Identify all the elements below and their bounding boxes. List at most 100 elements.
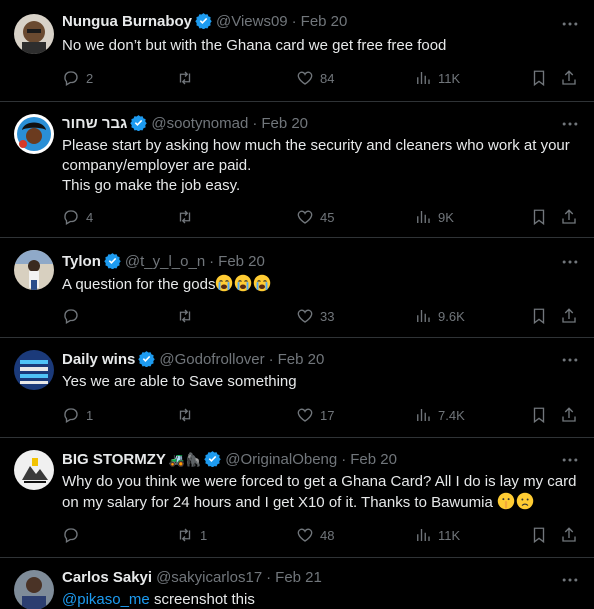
- reply-count: 2: [86, 70, 94, 86]
- author-name[interactable]: Daily wins: [62, 351, 135, 368]
- share-icon: [562, 308, 576, 323]
- crying-emoji-icon: [216, 274, 233, 292]
- share-icon: [562, 407, 576, 422]
- tweet-text: Yes we are able to Save something: [62, 373, 297, 390]
- bookmark-button[interactable]: [530, 525, 548, 545]
- like-button[interactable]: 48: [296, 525, 334, 545]
- share-icon: [562, 209, 576, 224]
- views-icon: [417, 211, 430, 223]
- more-icon[interactable]: [560, 450, 580, 470]
- reply-button[interactable]: [62, 306, 86, 326]
- tweet[interactable]: Nungua Burnaboy @Views09 · Feb 20 No we don…: [0, 0, 594, 102]
- author-handle[interactable]: @t_y_l_o_n: [125, 253, 205, 270]
- retweet-icon: [179, 408, 191, 422]
- tweet-date[interactable]: Feb 20: [350, 451, 397, 468]
- author-handle[interactable]: @Godofrollover: [159, 351, 264, 368]
- author-handle[interactable]: @OriginalObeng: [225, 451, 337, 468]
- share-button[interactable]: [560, 525, 578, 545]
- bookmark-icon: [533, 527, 545, 544]
- tweet-date[interactable]: Feb 20: [278, 351, 325, 368]
- reply-icon: [64, 210, 78, 225]
- tweet-date[interactable]: Feb 20: [261, 115, 308, 132]
- bookmark-button[interactable]: [530, 68, 548, 88]
- more-icon[interactable]: [560, 14, 580, 34]
- share-button[interactable]: [560, 68, 578, 88]
- tweet[interactable]: Tylon @t_y_l_o_n · Feb 20 A question for th…: [0, 238, 594, 338]
- author-name[interactable]: Tylon: [62, 253, 101, 270]
- author-name[interactable]: BIG STORMZY: [62, 451, 166, 468]
- view-count: 9.6K: [438, 308, 465, 324]
- retweet-icon: [179, 309, 191, 323]
- tweet-body: Why do you think we were forced to get a…: [62, 472, 580, 513]
- retweet-button[interactable]: [176, 207, 200, 227]
- tweet-date[interactable]: Feb 20: [218, 253, 265, 270]
- more-icon[interactable]: [560, 252, 580, 272]
- retweet-button[interactable]: 1: [176, 525, 207, 545]
- reply-button[interactable]: 4: [62, 207, 93, 227]
- view-count: 11K: [438, 70, 461, 86]
- views-button[interactable]: 9K: [414, 207, 454, 227]
- views-button[interactable]: 7.4K: [414, 405, 465, 425]
- verified-icon: [138, 351, 156, 367]
- bookmark-icon: [533, 209, 545, 226]
- reply-button[interactable]: 2: [62, 68, 93, 88]
- bookmark-button[interactable]: [530, 405, 548, 425]
- tweet[interactable]: Daily wins @Godofrollover · Feb 20 Yes we a…: [0, 338, 594, 438]
- avatar[interactable]: [14, 114, 54, 154]
- avatar[interactable]: [14, 14, 54, 54]
- views-button[interactable]: 9.6K: [414, 306, 465, 326]
- tweet[interactable]: BIG STORMZY 🚜🦍 @OriginalObeng · Feb 20 Why d…: [0, 438, 594, 558]
- reply-count: 4: [86, 209, 94, 225]
- reply-icon: [64, 528, 78, 543]
- tractor-gorilla-emoji: 🚜🦍: [168, 452, 202, 467]
- author-handle[interactable]: @sootynomad: [151, 115, 248, 132]
- share-button[interactable]: [560, 405, 578, 425]
- more-icon[interactable]: [560, 114, 580, 134]
- bookmark-button[interactable]: [530, 207, 548, 227]
- verified-icon: [204, 451, 221, 467]
- retweet-button[interactable]: [176, 68, 200, 88]
- reply-button[interactable]: 1: [62, 405, 93, 425]
- retweet-count: 1: [200, 527, 208, 543]
- like-button[interactable]: 17: [296, 405, 334, 425]
- author-name[interactable]: Nungua Burnaboy: [62, 13, 192, 30]
- tweet-text: No we don’t but with the Ghana card we g…: [62, 37, 447, 54]
- shushing-emoji-icon: [497, 492, 515, 510]
- more-icon[interactable]: [560, 350, 580, 370]
- tweet-text: screenshot this: [149, 591, 255, 608]
- share-button[interactable]: [560, 306, 578, 326]
- retweet-button[interactable]: [176, 306, 200, 326]
- author-handle[interactable]: @sakyicarlos17: [156, 569, 262, 586]
- tweet[interactable]: Carlos Sakyi @sakyicarlos17 · Feb 21 @pikas…: [0, 558, 594, 609]
- author-name[interactable]: גבר שחור: [62, 115, 127, 132]
- like-icon: [297, 408, 313, 422]
- reply-button[interactable]: [62, 525, 86, 545]
- views-icon: [417, 529, 430, 541]
- views-icon: [417, 409, 430, 421]
- author-name[interactable]: Carlos Sakyi: [62, 569, 152, 586]
- reply-count: 1: [86, 407, 94, 423]
- tweet-date[interactable]: Feb 20: [301, 13, 348, 30]
- avatar[interactable]: [14, 250, 54, 290]
- views-button[interactable]: 11K: [414, 525, 460, 545]
- avatar[interactable]: [14, 570, 54, 609]
- tweet-body: @pikaso_me screenshot this: [62, 590, 580, 609]
- more-icon[interactable]: [560, 570, 580, 590]
- like-button[interactable]: 84: [296, 68, 334, 88]
- like-button[interactable]: 45: [296, 207, 334, 227]
- tweet-date[interactable]: Feb 21: [275, 569, 322, 586]
- like-icon: [297, 210, 313, 224]
- retweet-icon: [179, 71, 191, 85]
- avatar[interactable]: [14, 350, 54, 390]
- worried-emoji-icon: [516, 492, 534, 510]
- like-button[interactable]: 33: [296, 306, 334, 326]
- views-button[interactable]: 11K: [414, 68, 460, 88]
- tweet[interactable]: גבר שחור @sootynomad · Feb 20 Please start …: [0, 102, 594, 238]
- mention-link[interactable]: @pikaso_me: [62, 591, 150, 608]
- author-handle[interactable]: @Views09: [216, 13, 288, 30]
- share-button[interactable]: [560, 207, 578, 227]
- bookmark-button[interactable]: [530, 306, 548, 326]
- retweet-button[interactable]: [176, 405, 200, 425]
- avatar[interactable]: [14, 450, 54, 490]
- bookmark-icon: [533, 308, 545, 325]
